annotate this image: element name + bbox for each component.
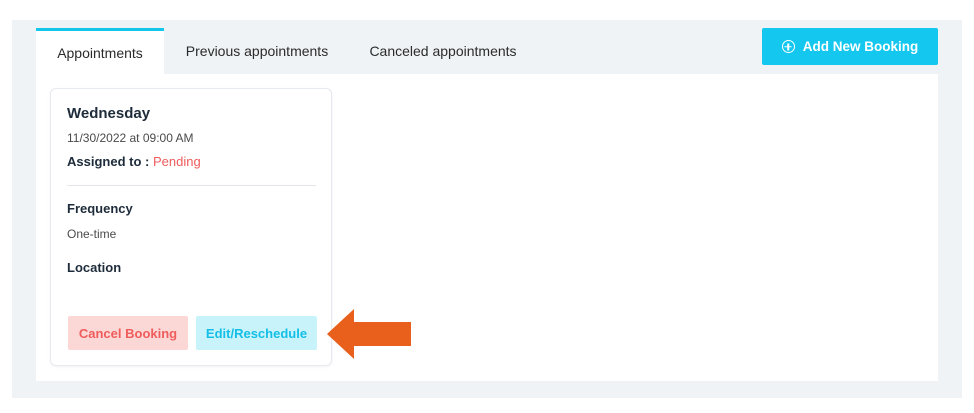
tab-previous-appointments[interactable]: Previous appointments	[164, 28, 350, 74]
tab-canceled-appointments[interactable]: Canceled appointments	[350, 28, 536, 74]
add-new-booking-label: Add New Booking	[802, 39, 919, 54]
arrow-left-icon	[327, 309, 411, 359]
assigned-to-status: Pending	[152, 154, 201, 169]
appointments-panel: Wednesday 11/30/2022 at 09:00 AM Assigne…	[36, 74, 938, 381]
appointment-card: Wednesday 11/30/2022 at 09:00 AM Assigne…	[50, 88, 332, 366]
assigned-to: Assigned to : Pending	[67, 154, 201, 169]
tab-bar: Appointments Previous appointments Cance…	[36, 28, 536, 74]
cancel-booking-button[interactable]: Cancel Booking	[68, 316, 188, 350]
edit-reschedule-button[interactable]: Edit/Reschedule	[196, 316, 317, 350]
add-new-booking-button[interactable]: Add New Booking	[762, 28, 938, 65]
appointment-day: Wednesday	[67, 105, 151, 122]
tab-appointments[interactable]: Appointments	[36, 28, 164, 74]
plus-circle-icon	[781, 40, 795, 53]
appointment-datetime: 11/30/2022 at 09:00 AM	[67, 131, 194, 145]
frequency-value: One-time	[67, 227, 117, 241]
frequency-label: Frequency	[67, 201, 133, 216]
assigned-to-label: Assigned to :	[67, 154, 150, 169]
location-label: Location	[67, 260, 122, 275]
card-divider	[67, 185, 316, 186]
